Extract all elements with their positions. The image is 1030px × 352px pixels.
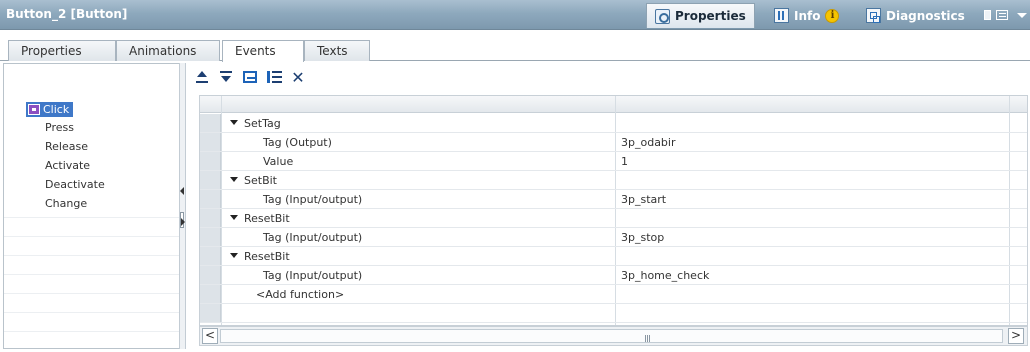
tab-properties-panel[interactable]: Properties xyxy=(646,3,755,28)
list-divider xyxy=(4,255,180,256)
list-divider xyxy=(4,293,180,294)
collapse-left-icon[interactable] xyxy=(180,187,184,195)
row-header xyxy=(200,304,221,322)
event-item-click-label: Click xyxy=(43,103,70,116)
parameter-name[interactable]: Tag (Output) xyxy=(263,136,332,149)
table-row[interactable]: Tag (Input/output) 3p_start xyxy=(200,190,1027,209)
parameter-value[interactable]: 3p_stop xyxy=(621,231,664,244)
list-divider xyxy=(4,217,180,218)
list-divider xyxy=(4,331,180,332)
function-group-row[interactable]: ResetBit xyxy=(200,247,1027,266)
tab-properties-panel-label: Properties xyxy=(675,9,746,23)
row-header[interactable] xyxy=(200,133,221,151)
parameter-name[interactable]: <Add function> xyxy=(256,288,344,301)
event-item-release[interactable]: Release xyxy=(45,140,88,153)
row-header[interactable] xyxy=(200,152,221,170)
function-group-row[interactable]: SetTag xyxy=(200,114,1027,133)
info-icon xyxy=(774,8,789,23)
expand-triangle-icon[interactable] xyxy=(230,177,238,182)
list-divider xyxy=(4,312,180,313)
row-header[interactable] xyxy=(200,114,221,132)
warning-icon: i xyxy=(825,8,840,23)
table-row[interactable]: Tag (Input/output) 3p_home_check xyxy=(200,266,1027,285)
expand-triangle-icon[interactable] xyxy=(230,215,238,220)
chevron-down-icon[interactable] xyxy=(1017,13,1027,18)
list-divider xyxy=(4,236,180,237)
parameter-value[interactable]: 1 xyxy=(621,155,628,168)
expand-right-icon[interactable] xyxy=(181,218,185,226)
scroll-right-button[interactable]: > xyxy=(1008,328,1024,344)
tab-properties[interactable]: Properties xyxy=(8,40,116,61)
main-tabstrip: Properties Animations Events Texts xyxy=(0,40,1030,62)
tab-info-panel-label: Info xyxy=(794,8,821,23)
row-header[interactable] xyxy=(200,228,221,246)
table-row[interactable]: <Add function> xyxy=(200,285,1027,304)
parameter-value[interactable]: 3p_home_check xyxy=(621,269,709,282)
scroll-grip xyxy=(645,335,651,342)
parameter-name[interactable]: Tag (Input/output) xyxy=(263,231,362,244)
row-header[interactable] xyxy=(200,171,221,189)
tab-diagnostics-panel-label: Diagnostics xyxy=(886,8,965,23)
event-item-deactivate[interactable]: Deactivate xyxy=(45,178,105,191)
parameter-name[interactable]: Tag (Input/output) xyxy=(263,269,362,282)
horizontal-scrollbar[interactable]: < > xyxy=(199,326,1028,346)
row-header[interactable] xyxy=(200,266,221,284)
table-row[interactable]: Tag (Input/output) 3p_stop xyxy=(200,228,1027,247)
row-header[interactable] xyxy=(200,247,221,265)
event-item-click[interactable]: Click xyxy=(26,102,74,117)
parameter-value[interactable]: 3p_start xyxy=(621,193,666,206)
event-item-change[interactable]: Change xyxy=(45,197,87,210)
function-name[interactable]: SetTag xyxy=(244,117,281,130)
event-item-activate[interactable]: Activate xyxy=(45,159,90,172)
click-event-icon xyxy=(28,104,40,115)
scroll-thumb[interactable] xyxy=(220,329,1003,343)
grid-header xyxy=(200,96,1027,113)
inspector-titlebar: Button_2 [Button] Properties Info i Diag… xyxy=(0,0,1030,30)
list-icon[interactable] xyxy=(265,68,283,86)
minimize-icon[interactable] xyxy=(996,10,1008,20)
properties-icon xyxy=(655,8,670,24)
row-header[interactable] xyxy=(200,209,221,227)
tab-events[interactable]: Events xyxy=(222,40,304,62)
table-row[interactable]: Tag (Output) 3p_odabir xyxy=(200,133,1027,152)
insert-line-icon[interactable] xyxy=(243,71,257,83)
expand-triangle-icon[interactable] xyxy=(230,120,238,125)
scroll-left-button[interactable]: < xyxy=(202,328,218,344)
empty-row xyxy=(200,304,1027,323)
tab-info-panel[interactable]: Info i xyxy=(766,3,847,28)
function-toolbar: ✕ xyxy=(193,66,307,88)
table-row[interactable]: Value 1 xyxy=(200,152,1027,171)
parameter-name[interactable]: Value xyxy=(263,155,293,168)
parameter-name[interactable]: Tag (Input/output) xyxy=(263,193,362,206)
pane-splitter[interactable] xyxy=(179,63,186,349)
function-group-row[interactable]: ResetBit xyxy=(200,209,1027,228)
list-divider xyxy=(4,274,180,275)
event-item-press[interactable]: Press xyxy=(45,121,74,134)
function-name[interactable]: ResetBit xyxy=(244,212,290,225)
parameter-value[interactable]: 3p_odabir xyxy=(621,136,676,149)
event-list: Click Press Release Activate Deactivate … xyxy=(3,63,180,349)
function-name[interactable]: SetBit xyxy=(244,174,277,187)
function-name[interactable]: ResetBit xyxy=(244,250,290,263)
window-title: Button_2 [Button] xyxy=(6,7,128,21)
row-header[interactable] xyxy=(200,285,221,303)
row-header[interactable] xyxy=(200,190,221,208)
tab-diagnostics-panel[interactable]: Diagnostics xyxy=(858,3,973,28)
tab-animations[interactable]: Animations xyxy=(116,40,220,61)
function-grid: SetTag Tag (Output) 3p_odabir Value 1 SetBit T… xyxy=(199,95,1028,326)
move-up-icon[interactable] xyxy=(193,68,211,86)
expand-triangle-icon[interactable] xyxy=(230,253,238,258)
float-window-icon[interactable] xyxy=(984,10,991,20)
diagnostics-icon xyxy=(866,8,881,23)
function-group-row[interactable]: SetBit xyxy=(200,171,1027,190)
tab-texts[interactable]: Texts xyxy=(304,40,370,61)
delete-icon[interactable]: ✕ xyxy=(289,68,307,87)
move-down-icon[interactable] xyxy=(217,68,235,86)
